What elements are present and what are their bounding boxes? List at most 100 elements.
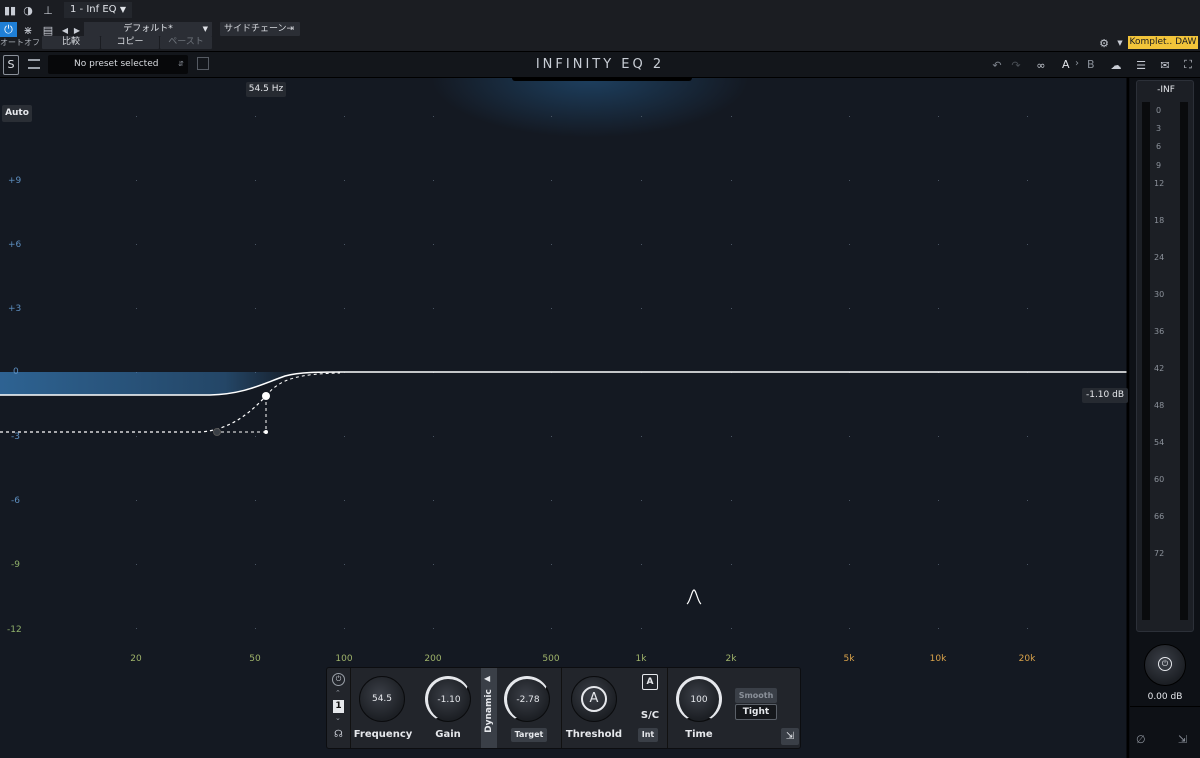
gain-knob[interactable]: -1.10 — [425, 676, 471, 722]
menu-icon[interactable] — [28, 59, 40, 69]
preset-placeholder: No preset selected — [74, 59, 159, 69]
grid-dot — [551, 308, 552, 309]
preset-selector[interactable]: No preset selected ⇵ — [48, 55, 188, 74]
grid-dot — [641, 180, 642, 181]
routing-icon[interactable]: ⊥ — [40, 2, 56, 18]
sidechain-button[interactable]: サイドチェーン ⇥ — [220, 22, 300, 36]
resize-icon[interactable]: ⇲ — [1178, 733, 1187, 746]
time-knob[interactable]: 100 — [676, 676, 722, 722]
meter-tick: 18 — [1154, 216, 1165, 225]
save-icon[interactable] — [197, 57, 209, 70]
chevron-updown-icon: ⇵ — [178, 60, 184, 68]
grid-dot — [938, 500, 939, 501]
copy-button[interactable]: コピー — [101, 36, 159, 49]
redo-icon[interactable]: ↷ — [1008, 57, 1024, 73]
grid-dot — [641, 308, 642, 309]
undo-icon[interactable]: ↶ — [989, 57, 1005, 73]
grid-dot — [344, 628, 345, 629]
freq-label: 10k — [929, 654, 947, 664]
grid-dot — [641, 564, 642, 565]
automation-icon[interactable]: ⋇ — [20, 22, 36, 38]
divider — [561, 668, 562, 748]
db-label: 0 — [13, 367, 19, 377]
frequency-knob[interactable]: 54.5 — [359, 676, 405, 722]
gear-icon[interactable]: ⚙ — [1096, 35, 1112, 51]
link-icon[interactable]: ∞ — [1033, 57, 1049, 73]
band-1-handle[interactable] — [262, 392, 270, 400]
track-selector[interactable]: 1 - Inf EQ ▼ — [64, 2, 132, 18]
sc-int-button[interactable]: Int — [638, 728, 658, 742]
output-power-icon[interactable]: ⏻ — [1158, 657, 1172, 671]
threshold-knob[interactable]: A — [571, 676, 617, 722]
meter-bar-right — [1180, 102, 1188, 620]
grid-dot — [551, 564, 552, 565]
threshold-label: Threshold — [565, 729, 623, 740]
grid-dot — [136, 564, 137, 565]
grid-dot — [938, 564, 939, 565]
grid-dot — [938, 308, 939, 309]
output-knob[interactable]: ⏻ — [1144, 644, 1186, 686]
grid-dot — [344, 180, 345, 181]
time-value: 100 — [690, 695, 708, 705]
meter-tick: 66 — [1154, 512, 1165, 521]
grid-dot — [849, 180, 850, 181]
grid-dot — [136, 628, 137, 629]
grid-dot — [255, 628, 256, 629]
bypass-icon[interactable]: ∅ — [1136, 733, 1146, 746]
sliders-icon[interactable]: ☰ — [1133, 57, 1149, 73]
dynamic-toggle[interactable]: ◀ Dynamic — [481, 668, 497, 748]
brand-title: INFINITY EQ 2 — [535, 57, 665, 72]
dial-icon[interactable]: ◑ — [20, 2, 36, 18]
band-number[interactable]: 1 — [333, 700, 344, 713]
grid-dot — [641, 436, 642, 437]
meter-tick: 3 — [1156, 124, 1162, 133]
meter-peak-label: -INF — [1157, 85, 1175, 95]
ab-a-button[interactable]: A — [1062, 58, 1070, 71]
analyzer-icon[interactable]: ☁ — [1108, 57, 1124, 73]
tight-button[interactable]: Tight — [735, 704, 777, 720]
meter-tick: 72 — [1154, 549, 1165, 558]
band-corner-dot[interactable] — [264, 430, 268, 434]
comment-icon[interactable]: ✉ — [1157, 57, 1173, 73]
time-label: Time — [685, 729, 713, 740]
bell-shape-icon[interactable] — [686, 589, 702, 605]
smooth-button[interactable]: Smooth — [735, 688, 777, 703]
grid-dot — [731, 564, 732, 565]
eq-curve-svg[interactable] — [0, 78, 1130, 758]
komplete-button[interactable]: Komplet.. DAW — [1128, 36, 1198, 49]
meter-tick: 42 — [1154, 364, 1165, 373]
target-button[interactable]: Target — [511, 728, 547, 742]
grid-dot — [344, 116, 345, 117]
grid-dot — [731, 180, 732, 181]
chevron-down-icon[interactable]: ⌄ — [335, 714, 341, 722]
grid-dot — [433, 180, 434, 181]
paste-button[interactable]: ペースト — [160, 36, 212, 49]
meter-tick: 36 — [1154, 327, 1165, 336]
compare-button[interactable]: 比較 — [42, 36, 100, 49]
chevron-down-icon[interactable]: ▼ — [1112, 35, 1128, 51]
headphones-icon[interactable]: ☊ — [332, 729, 345, 742]
grid-dot — [641, 628, 642, 629]
dynamic-label: Dynamic — [484, 689, 494, 733]
preset-dropdown[interactable]: デフォルト* ▼ — [84, 22, 212, 36]
grid-dot — [1027, 244, 1028, 245]
bars-icon[interactable]: ▮▮ — [2, 2, 18, 18]
gain-label: Gain — [435, 729, 461, 740]
ab-b-button[interactable]: B — [1087, 58, 1095, 71]
sc-auto-button[interactable]: A — [642, 674, 658, 690]
fullscreen-icon[interactable]: ⛶ — [1180, 57, 1196, 73]
power-icon[interactable]: ⏻ — [0, 22, 17, 37]
chevron-up-icon[interactable]: ⌃ — [335, 689, 341, 697]
collapse-icon[interactable]: ⇲ — [781, 728, 799, 745]
band-power-icon[interactable]: ⏻ — [332, 673, 345, 686]
db-label: +6 — [8, 240, 22, 250]
target-knob[interactable]: -2.78 — [504, 676, 550, 722]
grid-dot — [433, 500, 434, 501]
grid-dot — [1027, 308, 1028, 309]
auto-button[interactable]: Auto — [2, 105, 32, 122]
grid-dot — [731, 436, 732, 437]
grid-dot — [344, 308, 345, 309]
band-target-handle[interactable] — [213, 428, 221, 436]
grid-dot — [551, 436, 552, 437]
ab-arrow-icon: › — [1075, 58, 1079, 69]
